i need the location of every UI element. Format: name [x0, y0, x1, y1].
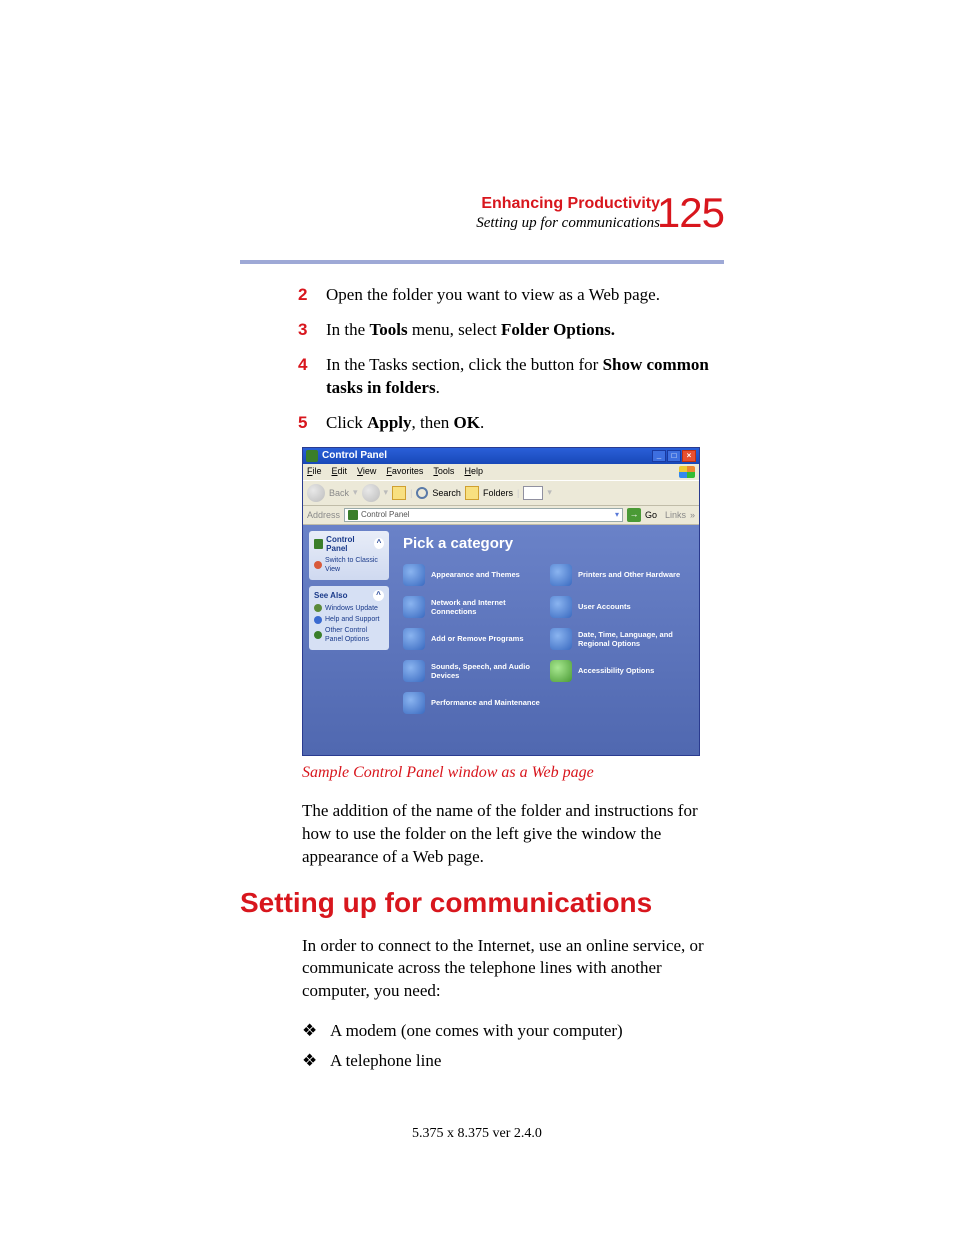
window-titlebar: Control Panel _ □ ×: [303, 448, 699, 464]
back-button[interactable]: [307, 484, 325, 502]
category-appearance[interactable]: Appearance and Themes: [403, 564, 544, 586]
switch-view-icon: [314, 561, 322, 569]
step-number: 2: [298, 284, 326, 307]
step-text: In the Tasks section, click the button f…: [326, 354, 724, 400]
performance-icon: [403, 692, 425, 714]
control-panel-screenshot: Control Panel _ □ × File Edit View Favor…: [302, 447, 700, 756]
windows-update-icon: [314, 604, 322, 612]
menu-tools[interactable]: Tools: [433, 466, 454, 478]
pick-category-heading: Pick a category: [403, 535, 691, 552]
links-label[interactable]: Links: [665, 510, 686, 520]
forward-button[interactable]: [362, 484, 380, 502]
bullet-marker: ❖: [302, 1051, 330, 1071]
collapse-icon[interactable]: ^: [374, 538, 384, 549]
windows-logo-icon: [679, 466, 695, 478]
menu-file[interactable]: File: [307, 466, 322, 478]
windows-update-link[interactable]: Windows Update: [314, 604, 384, 613]
network-icon: [403, 596, 425, 618]
category-datetime[interactable]: Date, Time, Language, and Regional Optio…: [550, 628, 691, 650]
page-header: Enhancing Productivity Setting up for co…: [240, 195, 724, 264]
body-paragraph: In order to connect to the Internet, use…: [302, 935, 724, 1004]
datetime-icon: [550, 628, 572, 650]
body-paragraph: The addition of the name of the folder a…: [302, 800, 724, 869]
window-icon: [306, 450, 318, 462]
category-sounds[interactable]: Sounds, Speech, and Audio Devices: [403, 660, 544, 682]
bullet-item: ❖ A modem (one comes with your computer): [302, 1021, 724, 1041]
bullet-item: ❖ A telephone line: [302, 1051, 724, 1071]
help-icon: [314, 616, 322, 624]
figure-caption: Sample Control Panel window as a Web pag…: [302, 764, 724, 782]
toolbar: Back ▾ ▾ | Search Folders | ▾: [303, 480, 699, 506]
main-pane: Pick a category Appearance and Themes Ne…: [395, 525, 699, 755]
address-bar: Address Control Panel ▾ → Go Links »: [303, 506, 699, 525]
sidebar: Control Panel ^ Switch to Classic View S…: [303, 525, 395, 755]
step-number: 3: [298, 319, 326, 342]
step-text: In the Tools menu, select Folder Options…: [326, 319, 724, 342]
control-panel-icon: [314, 539, 323, 549]
address-label: Address: [307, 510, 340, 520]
page-number: 125: [657, 189, 724, 237]
category-network[interactable]: Network and Internet Connections: [403, 596, 544, 618]
sounds-icon: [403, 660, 425, 682]
appearance-icon: [403, 564, 425, 586]
other-options-link[interactable]: Other Control Panel Options: [314, 626, 384, 644]
step-number: 5: [298, 412, 326, 435]
step-4: 4 In the Tasks section, click the button…: [298, 354, 724, 400]
menu-edit[interactable]: Edit: [332, 466, 348, 478]
menu-favorites[interactable]: Favorites: [386, 466, 423, 478]
maximize-button[interactable]: □: [667, 450, 681, 462]
sidebar-see-also-box: See Also ^ Windows Update Help and Suppo…: [309, 586, 389, 650]
menu-view[interactable]: View: [357, 466, 376, 478]
section-heading: Setting up for communications: [240, 887, 724, 919]
step-number: 4: [298, 354, 326, 400]
header-rule: [240, 260, 724, 264]
category-accessibility[interactable]: Accessibility Options: [550, 660, 691, 682]
sidebar-control-panel-box: Control Panel ^ Switch to Classic View: [309, 531, 389, 580]
go-label: Go: [645, 510, 657, 520]
add-remove-icon: [403, 628, 425, 650]
menu-help[interactable]: Help: [464, 466, 483, 478]
folders-label[interactable]: Folders: [483, 488, 513, 498]
back-label: Back: [329, 488, 349, 498]
step-2: 2 Open the folder you want to view as a …: [298, 284, 724, 307]
step-text: Click Apply, then OK.: [326, 412, 724, 435]
printers-icon: [550, 564, 572, 586]
collapse-icon[interactable]: ^: [373, 590, 384, 601]
category-users[interactable]: User Accounts: [550, 596, 691, 618]
category-performance[interactable]: Performance and Maintenance: [403, 692, 544, 714]
bullet-marker: ❖: [302, 1021, 330, 1041]
minimize-button[interactable]: _: [652, 450, 666, 462]
category-printers[interactable]: Printers and Other Hardware: [550, 564, 691, 586]
window-title: Control Panel: [322, 450, 652, 461]
close-button[interactable]: ×: [682, 450, 696, 462]
help-support-link[interactable]: Help and Support: [314, 615, 384, 624]
search-label[interactable]: Search: [432, 488, 461, 498]
section-subtitle: Setting up for communications: [240, 215, 660, 232]
accessibility-icon: [550, 660, 572, 682]
category-add-remove[interactable]: Add or Remove Programs: [403, 628, 544, 650]
step-5: 5 Click Apply, then OK.: [298, 412, 724, 435]
up-folder-icon[interactable]: [392, 486, 406, 500]
control-panel-icon: [348, 510, 358, 520]
folders-icon[interactable]: [465, 486, 479, 500]
views-button[interactable]: [523, 486, 543, 500]
step-3: 3 In the Tools menu, select Folder Optio…: [298, 319, 724, 342]
step-text: Open the folder you want to view as a We…: [326, 284, 724, 307]
menu-bar: File Edit View Favorites Tools Help: [303, 464, 699, 480]
address-input[interactable]: Control Panel ▾: [344, 508, 623, 522]
users-icon: [550, 596, 572, 618]
switch-classic-view-link[interactable]: Switch to Classic View: [314, 556, 384, 574]
go-button[interactable]: →: [627, 508, 641, 522]
search-icon[interactable]: [416, 487, 428, 499]
chapter-title: Enhancing Productivity: [240, 195, 660, 213]
page-footer: 5.375 x 8.375 ver 2.4.0: [0, 1126, 954, 1142]
options-icon: [314, 631, 322, 639]
